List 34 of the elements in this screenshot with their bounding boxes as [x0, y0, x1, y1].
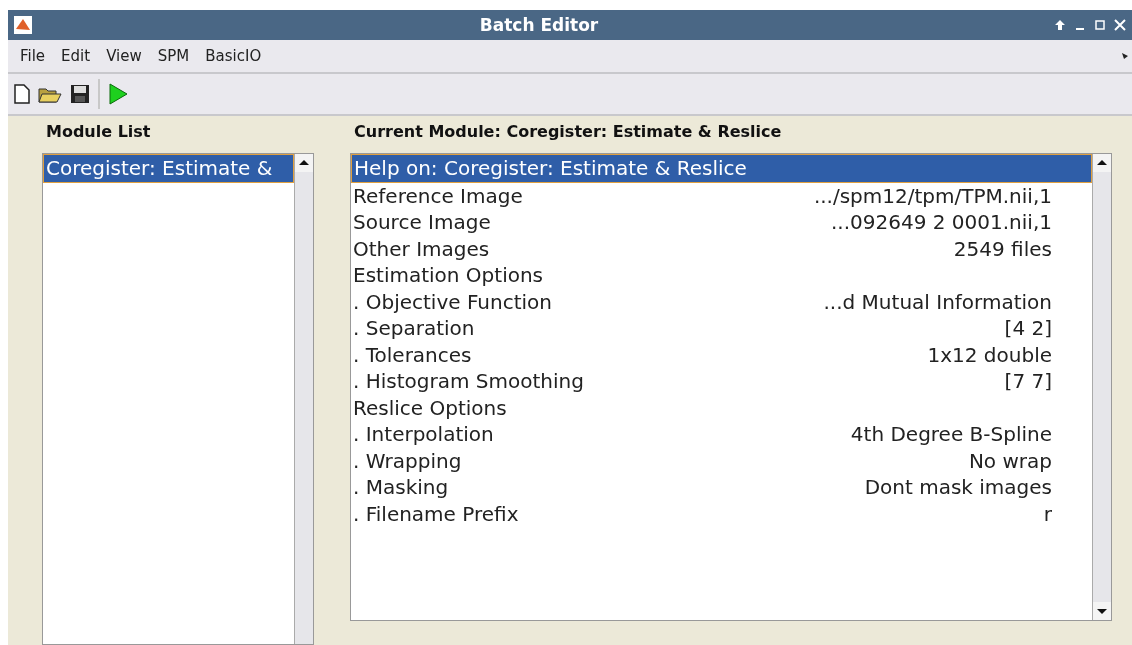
- module-row[interactable]: . Objective Function ...d Mutual Information: [351, 288, 1092, 315]
- module-row[interactable]: Help on: Coregister: Estimate & Reslice: [351, 154, 1092, 183]
- close-icon[interactable]: [1114, 19, 1126, 31]
- module-row[interactable]: Source Image ...092649 2 0001.nii,1: [351, 209, 1092, 236]
- module-row[interactable]: . Wrapping No wrap: [351, 447, 1092, 474]
- module-row[interactable]: Other Images 2549 files: [351, 235, 1092, 262]
- menu-item[interactable]: SPM: [149, 47, 198, 65]
- run-icon[interactable]: [108, 83, 128, 105]
- window-title: Batch Editor: [478, 15, 600, 35]
- new-file-icon[interactable]: [14, 84, 30, 104]
- module-row[interactable]: . Masking Dont mask images: [351, 474, 1092, 501]
- module-row[interactable]: . Interpolation 4th Degree B-Spline: [351, 421, 1092, 448]
- arrow-icon[interactable]: [1122, 53, 1128, 59]
- module-row[interactable]: . Tolerances 1x12 double: [351, 341, 1092, 368]
- module-item[interactable]: Coregister: Estimate &: [43, 154, 294, 183]
- panel-heading: Module List: [45, 122, 152, 143]
- scroll-up-icon[interactable]: [1093, 154, 1111, 172]
- up-arrow-icon[interactable]: [1054, 19, 1066, 31]
- panel-heading: Current Module: Coregister: Estimate & Reslice: [353, 122, 783, 143]
- menu-item[interactable]: BasicIO: [197, 47, 270, 65]
- module-row[interactable]: . Separation [4 2]: [351, 315, 1092, 342]
- menu-item[interactable]: View: [98, 47, 150, 65]
- scrollbar[interactable]: [294, 154, 313, 644]
- module-row[interactable]: Reslice Options: [351, 394, 1092, 421]
- scroll-down-icon[interactable]: [1093, 602, 1111, 620]
- module-row[interactable]: . Histogram Smoothing [7 7]: [351, 368, 1092, 395]
- module-row[interactable]: Reference Image .../spm12/tpm/TPM.nii,1: [351, 182, 1092, 209]
- module-row[interactable]: . Filename Prefix r: [351, 500, 1092, 527]
- scroll-up-icon[interactable]: [295, 154, 313, 172]
- scrollbar[interactable]: [1092, 154, 1111, 620]
- maximize-icon[interactable]: [1094, 19, 1106, 31]
- menu-item[interactable]: Edit: [53, 47, 99, 65]
- module-row[interactable]: Estimation Options: [351, 262, 1092, 289]
- menu-item[interactable]: File: [12, 47, 54, 65]
